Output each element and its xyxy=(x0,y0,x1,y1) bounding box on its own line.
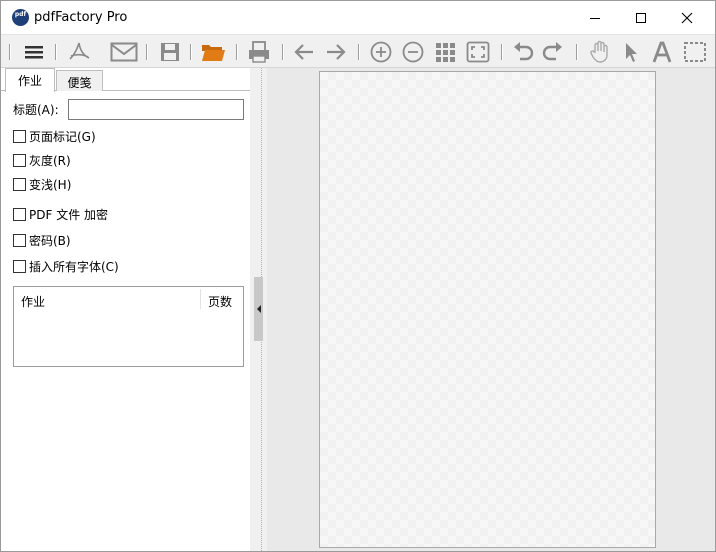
toolbar xyxy=(1,34,715,68)
minimize-button[interactable] xyxy=(572,1,618,34)
maximize-icon xyxy=(636,12,646,23)
zoom-in-button[interactable] xyxy=(368,39,394,65)
save-button[interactable] xyxy=(157,39,183,65)
print-icon xyxy=(249,41,269,63)
email-button[interactable] xyxy=(109,39,139,65)
page-marks-checkbox[interactable]: 页面标记(G) xyxy=(13,128,96,145)
column-header-job[interactable]: 作业 xyxy=(21,293,45,310)
column-divider[interactable] xyxy=(200,289,201,309)
window-title: pdfFactory Pro xyxy=(34,10,128,25)
toolbar-separator xyxy=(282,44,284,60)
menu-button[interactable] xyxy=(21,39,47,65)
maximize-button[interactable] xyxy=(618,1,664,34)
grayscale-checkbox[interactable]: 灰度(R) xyxy=(13,152,71,169)
checkbox-label: 密码(B) xyxy=(29,234,71,248)
thumbnails-button[interactable] xyxy=(432,39,458,65)
open-button[interactable] xyxy=(199,39,227,65)
menu-icon xyxy=(25,46,43,59)
close-button[interactable] xyxy=(664,1,710,34)
checkbox-box[interactable] xyxy=(13,234,26,247)
app-window: pdf pdfFactory Pro 作业 便笺 标题(A): 页面标记(G) … xyxy=(0,0,716,552)
close-icon xyxy=(681,12,693,23)
toolbar-separator xyxy=(576,44,578,60)
settings-panel: 作业 便笺 标题(A): 页面标记(G) 灰度(R) 变浅(H) PDF 文件 … xyxy=(1,68,250,551)
text-tool-button[interactable] xyxy=(649,39,675,65)
tab-bar: 作业 便笺 xyxy=(1,68,250,92)
checkbox-label: 灰度(R) xyxy=(29,154,71,168)
pdf-encrypt-checkbox[interactable]: PDF 文件 加密 xyxy=(13,206,108,223)
save-icon xyxy=(161,43,179,61)
print-button[interactable] xyxy=(245,39,273,65)
checkbox-label: 变浅(H) xyxy=(29,178,72,192)
password-checkbox[interactable]: 密码(B) xyxy=(13,232,71,249)
hand-icon xyxy=(590,40,608,63)
toolbar-separator xyxy=(501,44,503,60)
toolbar-separator xyxy=(358,44,360,60)
checkbox-box[interactable] xyxy=(13,208,26,221)
collapse-arrow-icon xyxy=(256,305,261,313)
checkbox-box[interactable] xyxy=(13,178,26,191)
page-preview[interactable] xyxy=(319,71,656,548)
fit-page-button[interactable] xyxy=(464,39,492,65)
thumbnails-icon xyxy=(436,43,455,62)
zoom-in-icon xyxy=(370,41,392,63)
acrobat-icon xyxy=(69,42,90,60)
minimize-icon xyxy=(590,17,600,19)
toolbar-separator xyxy=(55,44,57,60)
checkbox-box[interactable] xyxy=(13,260,26,273)
pointer-tool-button[interactable] xyxy=(619,39,643,65)
checkbox-label: PDF 文件 加密 xyxy=(29,208,109,222)
open-folder-icon xyxy=(202,45,225,61)
select-area-button[interactable] xyxy=(681,39,709,65)
email-icon xyxy=(110,42,138,62)
redo-icon xyxy=(542,42,562,61)
zoom-out-button[interactable] xyxy=(400,39,426,65)
title-bar: pdf pdfFactory Pro xyxy=(1,1,715,34)
checkbox-label: 插入所有字体(C) xyxy=(29,260,119,274)
back-arrow-icon xyxy=(294,44,313,60)
tab-notes[interactable]: 便笺 xyxy=(56,70,103,91)
acrobat-button[interactable] xyxy=(65,39,93,65)
title-label: 标题(A): xyxy=(13,103,59,117)
checkbox-label: 页面标记(G) xyxy=(29,130,96,144)
back-button[interactable] xyxy=(291,39,317,65)
app-logo-icon: pdf xyxy=(12,9,29,26)
toolbar-separator xyxy=(190,44,192,60)
checkbox-box[interactable] xyxy=(13,154,26,167)
hand-tool-button[interactable] xyxy=(587,39,613,65)
undo-icon xyxy=(514,42,534,61)
checkbox-box[interactable] xyxy=(13,130,26,143)
tab-job[interactable]: 作业 xyxy=(5,68,55,92)
redo-button[interactable] xyxy=(540,39,566,65)
toolbar-separator xyxy=(9,44,11,60)
select-area-icon xyxy=(684,42,706,62)
column-header-pages[interactable]: 页数 xyxy=(208,293,232,310)
fit-page-icon xyxy=(466,41,490,63)
undo-button[interactable] xyxy=(510,39,536,65)
forward-button[interactable] xyxy=(323,39,349,65)
forward-arrow-icon xyxy=(327,44,346,60)
job-list[interactable]: 作业 页数 xyxy=(13,286,244,367)
pointer-icon xyxy=(626,43,637,62)
embed-fonts-checkbox[interactable]: 插入所有字体(C) xyxy=(13,258,119,275)
toolbar-separator xyxy=(236,44,238,60)
lighten-checkbox[interactable]: 变浅(H) xyxy=(13,176,71,193)
zoom-out-icon xyxy=(402,41,424,63)
collapse-panel-button[interactable] xyxy=(254,277,263,341)
job-list-header: 作业 页数 xyxy=(14,287,243,311)
toolbar-separator xyxy=(146,44,148,60)
title-input[interactable] xyxy=(68,99,244,120)
text-icon xyxy=(652,41,672,63)
